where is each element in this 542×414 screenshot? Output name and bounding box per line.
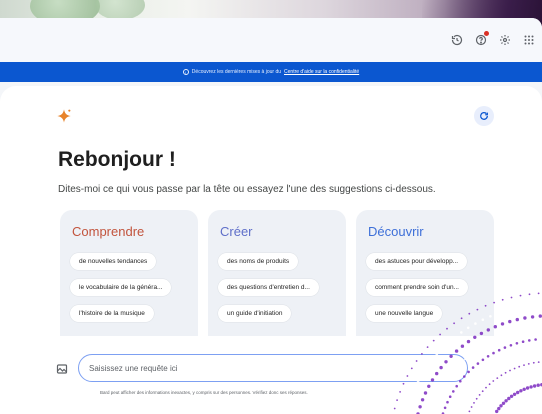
history-icon[interactable] — [450, 33, 464, 47]
card-title: Comprendre — [72, 224, 145, 239]
refresh-button[interactable] — [474, 106, 494, 126]
card-title: Créer — [220, 224, 253, 239]
suggestion-chip[interactable]: l'histoire de la musique — [70, 305, 154, 322]
privacy-help-link[interactable]: Centre d'aide sur la confidentialité — [284, 69, 359, 75]
banner-text: Découvrez les dernières mises à jour du — [191, 69, 282, 75]
suggestion-chip[interactable]: comment prendre soin d'un... — [366, 279, 468, 296]
app-toolbar — [0, 18, 542, 62]
browser-window: i Découvrez les dernières mises à jour d… — [0, 18, 542, 414]
help-icon[interactable] — [474, 31, 489, 47]
leaf-shape — [95, 0, 145, 20]
suggestion-chip[interactable]: des questions d'entretien d... — [218, 279, 319, 296]
disclaimer-text: Bard peut afficher des informations inex… — [100, 390, 308, 395]
chat-panel: Rebonjour ! Dites-moi ce qui vous passe … — [0, 86, 542, 414]
input-area: Bard peut afficher des informations inex… — [0, 336, 542, 414]
image-upload-icon[interactable] — [56, 362, 68, 374]
notification-dot — [484, 31, 489, 36]
greeting-title: Rebonjour ! — [58, 148, 176, 171]
apps-grid-icon[interactable] — [522, 33, 536, 47]
suggestion-chip[interactable]: des noms de produits — [218, 253, 299, 270]
suggestion-chip[interactable]: un guide d'initiation — [218, 305, 292, 322]
privacy-banner: i Découvrez les dernières mises à jour d… — [0, 62, 542, 82]
main-content: Rebonjour ! Dites-moi ce qui vous passe … — [0, 82, 542, 414]
greeting-subtitle: Dites-moi ce qui vous passe par la tête … — [58, 184, 436, 195]
refresh-icon — [480, 112, 488, 120]
sparkle-icon — [57, 109, 71, 123]
suggestion-chip[interactable]: le vocabulaire de la généra... — [70, 279, 172, 296]
prompt-input-container[interactable] — [78, 354, 468, 382]
suggestion-chip[interactable]: une nouvelle langue — [366, 305, 443, 322]
info-icon: i — [182, 69, 189, 75]
settings-icon[interactable] — [498, 33, 512, 47]
prompt-input[interactable] — [89, 363, 389, 373]
card-title: Découvrir — [368, 224, 424, 239]
suggestion-chip[interactable]: des astuces pour développ... — [366, 253, 468, 270]
suggestion-chip[interactable]: de nouvelles tendances — [70, 253, 157, 270]
